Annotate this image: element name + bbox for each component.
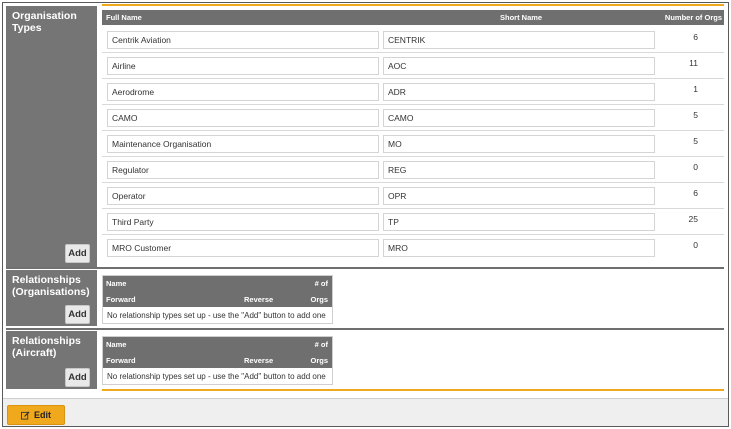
org-types-table-header: Full Name Short Name Number of Orgs	[102, 10, 724, 25]
col-forward: Forward	[106, 356, 136, 365]
table-row: Aerodrome ADR 1	[102, 79, 724, 105]
col-reverse: Reverse	[244, 356, 274, 365]
table-row: Centrik Aviation CENTRIK 6	[102, 27, 724, 53]
org-count: 1	[693, 84, 698, 94]
full-name-field[interactable]: Operator	[107, 187, 379, 205]
bottom-accent-bar	[102, 389, 724, 391]
short-name-field[interactable]: CAMO	[383, 109, 655, 127]
short-name-field[interactable]: AOC	[383, 57, 655, 75]
rel-aircraft-label-panel: Relationships (Aircraft) Add	[6, 331, 97, 389]
col-name: Name	[106, 340, 127, 349]
short-name-field[interactable]: OPR	[383, 187, 655, 205]
org-types-section: Organisation Types Add Full Name Short N…	[6, 6, 724, 267]
full-name-field[interactable]: Maintenance Organisation	[107, 135, 379, 153]
full-name-field[interactable]: CAMO	[107, 109, 379, 127]
org-count: 6	[693, 32, 698, 42]
short-name-field[interactable]: MO	[383, 135, 655, 153]
table-row: MRO Customer MRO 0	[102, 235, 724, 261]
rel-orgs-table-header: Name # of Forward Reverse Orgs	[103, 276, 332, 307]
table-row: CAMO CAMO 5	[102, 105, 724, 131]
full-name-field[interactable]: Centrik Aviation	[107, 31, 379, 49]
col-short-name: Short Name	[500, 13, 543, 22]
col-name: Name	[106, 279, 127, 288]
org-count: 25	[688, 214, 698, 224]
full-name-field[interactable]: Aerodrome	[107, 83, 379, 101]
full-name-field[interactable]: Third Party	[107, 213, 379, 231]
full-name-field[interactable]: Regulator	[107, 161, 379, 179]
add-aircraft-relationship-button[interactable]: Add	[65, 368, 90, 387]
empty-message: No relationship types set up - use the "…	[107, 310, 326, 320]
col-count-bottom: Orgs	[310, 356, 328, 365]
org-types-label-panel: Organisation Types Add	[6, 6, 97, 267]
section-divider	[6, 328, 724, 330]
org-count: 5	[693, 136, 698, 146]
rel-orgs-section: Relationships (Organisations) Add Name #…	[6, 270, 724, 326]
org-count: 11	[689, 58, 698, 68]
col-count-bottom: Orgs	[310, 295, 328, 304]
edit-button[interactable]: Edit	[7, 405, 65, 425]
table-row: Operator OPR 6	[102, 183, 724, 209]
org-count: 0	[693, 240, 698, 250]
table-row: Airline AOC 11	[102, 53, 724, 79]
short-name-field[interactable]: MRO	[383, 239, 655, 257]
rel-orgs-title: Relationships (Organisations)	[12, 274, 90, 298]
col-count-top: # of	[314, 340, 328, 349]
footer-bar: Edit	[3, 398, 728, 426]
org-count: 0	[693, 162, 698, 172]
org-count: 6	[693, 188, 698, 198]
full-name-field[interactable]: MRO Customer	[107, 239, 379, 257]
rel-orgs-table: Name # of Forward Reverse Orgs No relati…	[102, 275, 333, 324]
section-divider	[6, 267, 724, 269]
col-full-name: Full Name	[106, 13, 142, 22]
edit-icon	[21, 410, 30, 420]
short-name-field[interactable]: REG	[383, 161, 655, 179]
org-types-title: Organisation Types	[12, 10, 77, 34]
col-reverse: Reverse	[244, 295, 274, 304]
col-number-of-orgs: Number of Orgs	[664, 13, 722, 22]
add-org-relationship-button[interactable]: Add	[65, 305, 90, 324]
short-name-field[interactable]: CENTRIK	[383, 31, 655, 49]
rel-orgs-label-panel: Relationships (Organisations) Add	[6, 270, 97, 326]
table-row: Maintenance Organisation MO 5	[102, 131, 724, 157]
col-forward: Forward	[106, 295, 136, 304]
add-org-type-button[interactable]: Add	[65, 244, 90, 263]
rel-aircraft-title: Relationships (Aircraft)	[12, 335, 81, 359]
org-count: 5	[693, 110, 698, 120]
rel-aircraft-table: Name # of Forward Reverse Orgs No relati…	[102, 336, 333, 385]
rel-aircraft-section: Relationships (Aircraft) Add Name # of F…	[6, 331, 724, 389]
empty-message: No relationship types set up - use the "…	[107, 371, 326, 381]
table-row: Regulator REG 0	[102, 157, 724, 183]
full-name-field[interactable]: Airline	[107, 57, 379, 75]
short-name-field[interactable]: TP	[383, 213, 655, 231]
rel-aircraft-table-header: Name # of Forward Reverse Orgs	[103, 337, 332, 368]
edit-button-label: Edit	[34, 410, 51, 420]
col-count-top: # of	[314, 279, 328, 288]
table-row: Third Party TP 25	[102, 209, 724, 235]
short-name-field[interactable]: ADR	[383, 83, 655, 101]
